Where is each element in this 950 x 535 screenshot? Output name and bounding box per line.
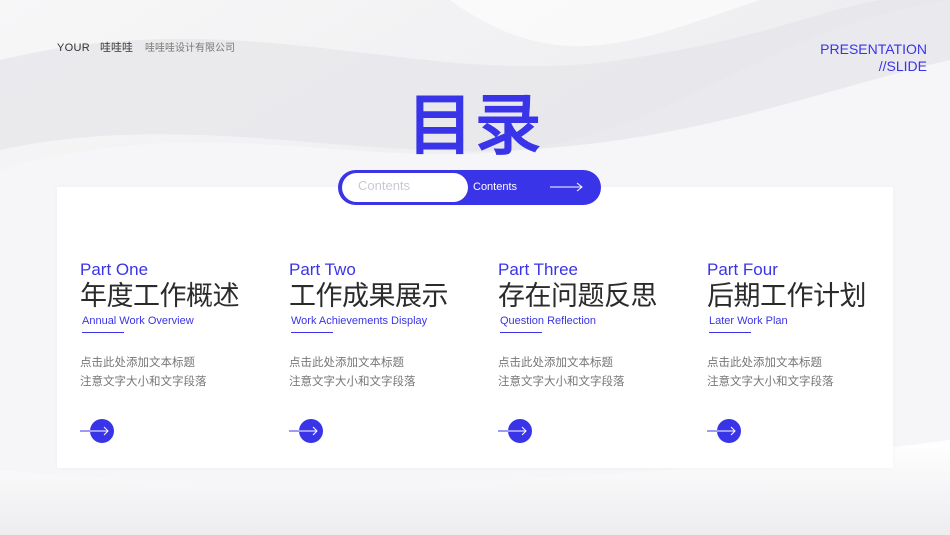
contents-pill[interactable]: Contents Contents (338, 170, 601, 205)
circle-arrow-right-icon[interactable] (80, 418, 118, 444)
presentation-label: PRESENTATION //SLIDE (820, 41, 927, 75)
part-item-1[interactable]: Part One 年度工作概述 Annual Work Overview 点击此… (80, 260, 280, 443)
long-arrow-right-icon (550, 182, 583, 192)
company-name: 哇哇哇设计有限公司 (144, 43, 235, 54)
part-number: Part Two (289, 260, 356, 279)
part-description: 点击此处添加文本标题 注意文字大小和文字段落 (289, 353, 489, 391)
part-underline (82, 332, 124, 333)
part-number: Part Three (498, 260, 579, 279)
desc-line-2: 注意文字大小和文字段落 (80, 374, 207, 388)
desc-line-1: 点击此处添加文本标题 (289, 355, 404, 369)
part-underline (291, 332, 333, 333)
contents-ghost-label: Contents (358, 178, 411, 193)
part-number: Part Four (707, 260, 778, 279)
desc-line-1: 点击此处添加文本标题 (707, 355, 822, 369)
page-title: 目录 (407, 87, 543, 164)
part-underline (500, 332, 542, 333)
part-title: 年度工作概述 (80, 281, 240, 312)
circle-arrow-right-icon[interactable] (707, 418, 745, 444)
presentation-line-2: //SLIDE (878, 58, 927, 74)
part-description: 点击此处添加文本标题 注意文字大小和文字段落 (80, 353, 280, 391)
desc-line-2: 注意文字大小和文字段落 (707, 374, 834, 388)
part-subtitle: Work Achievements Display (291, 315, 428, 327)
part-subtitle: Later Work Plan (709, 315, 788, 327)
part-item-4[interactable]: Part Four 后期工作计划 Later Work Plan 点击此处添加文… (707, 260, 907, 443)
part-description: 点击此处添加文本标题 注意文字大小和文字段落 (498, 353, 698, 391)
desc-line-2: 注意文字大小和文字段落 (289, 374, 416, 388)
part-item-3[interactable]: Part Three 存在问题反思 Question Reflection 点击… (498, 260, 698, 443)
brand-header: YOUR 哇哇哇 哇哇哇设计有限公司 (57, 39, 235, 55)
contents-label: Contents (473, 181, 518, 193)
part-subtitle: Annual Work Overview (82, 315, 194, 327)
part-description: 点击此处添加文本标题 注意文字大小和文字段落 (707, 353, 907, 391)
part-underline (709, 332, 751, 333)
part-title: 工作成果展示 (289, 281, 449, 312)
desc-line-1: 点击此处添加文本标题 (80, 355, 195, 369)
circle-arrow-right-icon[interactable] (289, 418, 327, 444)
part-title: 存在问题反思 (498, 281, 658, 312)
part-number: Part One (80, 260, 149, 279)
presentation-line-1: PRESENTATION (820, 41, 927, 57)
brand-cn: 哇哇哇 (99, 41, 133, 54)
part-title: 后期工作计划 (707, 281, 867, 312)
desc-line-1: 点击此处添加文本标题 (498, 355, 613, 369)
circle-arrow-right-icon[interactable] (498, 418, 536, 444)
part-subtitle: Question Reflection (500, 315, 596, 327)
brand-en: YOUR (57, 42, 90, 54)
part-item-2[interactable]: Part Two 工作成果展示 Work Achievements Displa… (289, 260, 489, 443)
desc-line-2: 注意文字大小和文字段落 (498, 374, 625, 388)
